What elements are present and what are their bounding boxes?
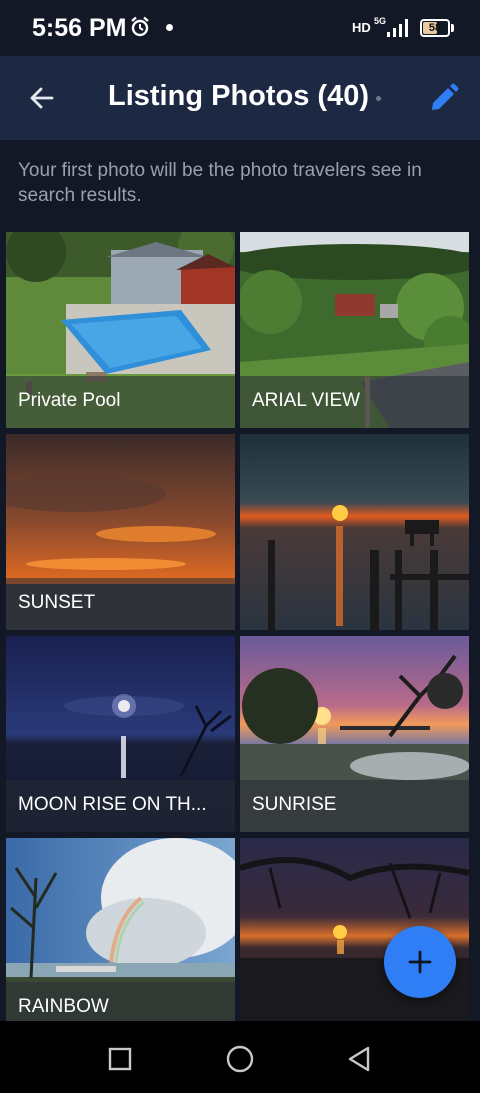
photo-caption: ARIAL VIEW <box>240 376 469 428</box>
network-hd-label: HD <box>352 20 371 35</box>
network-5g-label: 5G <box>374 16 387 26</box>
photo-tile-dock-sunset[interactable] <box>240 434 469 630</box>
status-time: 5:56 PM <box>32 14 127 42</box>
plus-icon <box>408 950 432 974</box>
overflow-dot <box>376 96 381 101</box>
add-photo-button[interactable] <box>384 926 456 998</box>
pencil-icon <box>432 83 459 110</box>
photos-hint: Your first photo will be the photo trave… <box>18 160 422 206</box>
photo-tile-sunset[interactable]: SUNSET <box>6 434 235 630</box>
back-nav-button[interactable] <box>340 1041 380 1077</box>
triangle-back-icon <box>348 1046 370 1072</box>
photo-caption: SUNSET <box>6 578 235 630</box>
photo-tile-rainbow[interactable]: RAINBOW <box>6 838 235 1021</box>
photo-grid: Private Pool ARIAL VIEW SUNSET MOON RISE… <box>6 232 474 1021</box>
arrow-left-icon <box>30 87 54 109</box>
photo-caption: Private Pool <box>6 376 235 428</box>
square-icon <box>108 1047 132 1071</box>
battery-level: 58 <box>428 22 442 34</box>
photo-tile-sunrise[interactable]: SUNRISE <box>240 636 469 832</box>
photo-tile-moon-rise[interactable]: MOON RISE ON TH... <box>6 636 235 832</box>
photo-caption: SUNRISE <box>240 780 469 832</box>
photo-tile-arial-view[interactable]: ARIAL VIEW <box>240 232 469 428</box>
app-bar: Listing Photos (40) <box>0 56 480 140</box>
notification-dot-icon <box>166 24 173 31</box>
circle-icon <box>226 1045 254 1073</box>
page-title: Listing Photos (40) <box>108 80 369 112</box>
photo-caption: RAINBOW <box>6 982 235 1021</box>
signal-icon <box>387 19 408 37</box>
system-navigation-bar <box>0 1021 480 1093</box>
battery-icon: 58 <box>420 19 450 37</box>
recents-button[interactable] <box>100 1041 140 1077</box>
alarm-icon <box>131 16 149 37</box>
status-bar: 5:56 PM HD 5G 58 <box>0 0 480 56</box>
photo-tile-private-pool[interactable]: Private Pool <box>6 232 235 428</box>
edit-button[interactable] <box>424 78 464 118</box>
photo-image <box>240 434 469 630</box>
back-button[interactable] <box>22 78 62 118</box>
photo-caption: MOON RISE ON TH... <box>6 780 235 832</box>
battery-tip <box>451 24 454 32</box>
home-button[interactable] <box>220 1041 260 1077</box>
